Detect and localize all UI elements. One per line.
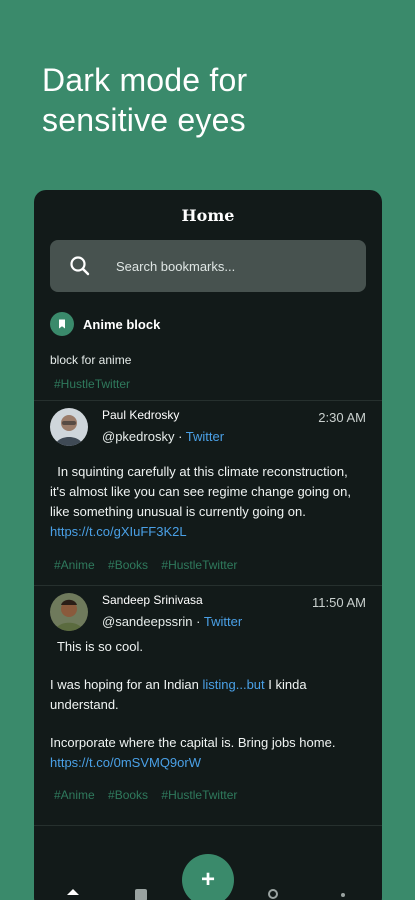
tweet-tags: #Anime #Books #HustleTwitter	[54, 788, 247, 802]
tweet-link[interactable]: https://t.co/gXIuFF3K2L	[50, 522, 351, 542]
tweet-text-line: Incorporate where the capital is. Bring …	[50, 735, 336, 750]
tweet-link[interactable]: https://t.co/0mSVMQ9orW	[50, 753, 335, 773]
search-icon[interactable]	[266, 888, 280, 900]
tweet-time: 11:50 AM	[312, 595, 366, 610]
divider	[34, 400, 382, 401]
bookmark-icon	[50, 312, 74, 336]
inline-link[interactable]: listing...but	[203, 677, 265, 692]
tweet-text: In squinting carefully at this climate r…	[50, 462, 351, 542]
separator: ·	[174, 429, 186, 444]
author-handle[interactable]: @sandeepssrin	[102, 614, 193, 629]
top-bar: Home	[34, 190, 382, 240]
tweet-text-line: understand.	[50, 697, 119, 712]
collection-description: block for anime	[50, 353, 132, 367]
tweet-text: This is so cool. I was hoping for an Ind…	[50, 637, 335, 773]
tag-chip[interactable]: #HustleTwitter	[161, 788, 237, 802]
collections-icon[interactable]	[134, 888, 148, 900]
author-name: Paul Kedrosky	[102, 408, 180, 422]
tweet-card[interactable]: Paul Kedrosky @pkedrosky · Twitter 2:30 …	[50, 408, 366, 580]
search-bar[interactable]: Search bookmarks...	[50, 240, 366, 292]
tweet-text-line: I was hoping for an Indian listing...but…	[50, 675, 335, 695]
collection-header: Anime block	[50, 312, 366, 336]
tweet-text-line: like something unusual is currently goin…	[50, 504, 306, 519]
tweet-text-segment: I kinda	[264, 677, 307, 692]
search-icon	[68, 254, 92, 278]
add-button[interactable]: +	[182, 854, 234, 900]
author-name: Sandeep Srinivasa	[102, 593, 203, 607]
collection-tag[interactable]: #HustleTwitter	[54, 377, 366, 391]
author-handle[interactable]: @pkedrosky	[102, 429, 174, 444]
page-title: Home	[181, 205, 235, 225]
tweet-text-line: In squinting carefully at this climate r…	[50, 464, 348, 479]
bottom-nav: +	[34, 854, 382, 900]
tag-chip[interactable]: #Books	[108, 788, 148, 802]
author-handle-line: @pkedrosky · Twitter	[102, 429, 224, 444]
tag-chip[interactable]: #Books	[108, 558, 148, 572]
more-icon[interactable]	[336, 888, 350, 900]
divider	[34, 825, 382, 826]
home-icon[interactable]	[66, 888, 80, 900]
tweet-tags: #Anime #Books #HustleTwitter	[54, 558, 247, 572]
tweet-text-line: it's almost like you can see regime chan…	[50, 484, 351, 499]
tweet-card[interactable]: Sandeep Srinivasa @sandeepssrin · Twitte…	[50, 593, 366, 823]
tag-chip[interactable]: #Anime	[54, 788, 95, 802]
tag-chip[interactable]: #Anime	[54, 558, 95, 572]
author-handle-line: @sandeepssrin · Twitter	[102, 614, 242, 629]
tweet-text-segment: I was hoping for an Indian	[50, 677, 203, 692]
avatar[interactable]	[50, 593, 88, 631]
separator: ·	[192, 614, 204, 629]
tag-chip[interactable]: #HustleTwitter	[161, 558, 237, 572]
promo-headline: Dark mode for sensitive eyes	[42, 60, 247, 140]
collection-card[interactable]: Anime block block for anime #HustleTwitt…	[50, 312, 366, 391]
search-input[interactable]: Search bookmarks...	[116, 259, 235, 274]
avatar[interactable]	[50, 408, 88, 446]
collection-name: Anime block	[83, 316, 161, 332]
promo-line-1: Dark mode for	[42, 62, 248, 98]
divider	[34, 585, 382, 586]
tweet-time: 2:30 AM	[318, 410, 366, 425]
source-link[interactable]: Twitter	[186, 429, 224, 444]
promo-line-2: sensitive eyes	[42, 102, 246, 138]
tweet-text-line: This is so cool.	[50, 639, 143, 654]
app-screen: Home Search bookmarks... Anime block blo…	[34, 190, 382, 900]
source-link[interactable]: Twitter	[204, 614, 242, 629]
